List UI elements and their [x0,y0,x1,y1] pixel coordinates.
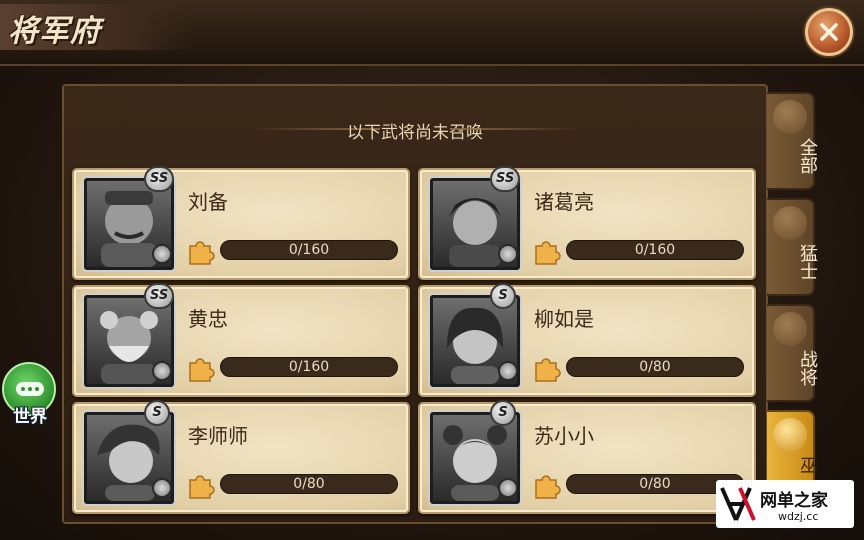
hero-name: 诸葛亮 [534,190,594,214]
tab-label: 巫 [797,456,818,474]
quality-icon [152,361,172,381]
hero-name: 柳如是 [534,307,594,331]
quality-icon [152,244,172,264]
shard-progress-bar: 0/160 [220,240,398,260]
rank-badge: SS [144,166,175,192]
rank-badge: S [490,283,516,309]
hero-name: 黄忠 [188,307,228,331]
hero-card[interactable]: SS 黄忠 0/160 [72,283,410,397]
quality-icon [498,478,518,498]
panel-subtitle: 以下武将尚未召唤 [347,123,483,143]
hero-name: 苏小小 [534,424,594,448]
progress-text: 0/160 [288,242,330,258]
site-watermark: 网单之家 wdzj.cc [716,480,854,528]
shard-progress-bar: 0/160 [220,357,398,377]
rank-badge: S [144,400,170,426]
rank-badge: SS [144,283,175,309]
tab-shaman[interactable]: 巫 [767,410,818,490]
chat-bubble-icon [16,382,44,396]
hero-name: 李师师 [188,424,248,448]
svg-text:网单之家: 网单之家 [760,490,828,511]
quality-icon [498,244,518,264]
quality-icon [152,478,172,498]
shard-progress-bar: 0/80 [220,474,398,494]
hero-name: 刘备 [188,190,228,214]
page-title: 将军府 [8,14,101,49]
hero-card[interactable]: S 李师师 0/80 [72,400,410,514]
close-button[interactable] [805,8,853,56]
hero-card[interactable]: SS 诸葛亮 0/160 [418,166,756,280]
panel-header: 以下武将尚未召唤 [62,108,768,148]
hero-card[interactable]: SS 刘备 0/160 [72,166,410,280]
progress-text: 0/80 [639,359,671,375]
sword-icon [773,312,807,346]
svg-text:wdzj.cc: wdzj.cc [778,510,818,522]
tab-all-icon [773,100,807,134]
shard-progress-bar: 0/80 [566,357,744,377]
header-divider-right [450,128,580,130]
puzzle-piece-icon [189,241,215,265]
shard-progress-bar: 0/160 [566,240,744,260]
hero-card[interactable]: S 柳如是 0/80 [418,283,756,397]
spiral-icon [773,418,807,452]
shield-icon [773,206,807,240]
puzzle-piece-icon [535,241,561,265]
watermark-logo: 网单之家 wdzj.cc [720,487,828,522]
rank-badge: S [490,400,516,426]
tab-general[interactable]: 战将 [767,304,818,402]
puzzle-piece-icon [535,475,561,499]
hero-card[interactable]: S 苏小小 0/80 [418,400,756,514]
tab-all[interactable]: 全部 [767,92,818,190]
tab-label: 战将 [797,350,818,386]
puzzle-piece-icon [189,475,215,499]
progress-text: 0/160 [634,242,676,258]
puzzle-piece-icon [189,358,215,382]
rank-badge: SS [490,166,521,192]
close-icon [820,23,838,41]
tab-label: 猛士 [797,244,818,280]
top-bar: 将军府 [0,0,864,66]
world-chat-label: 世界 [13,407,47,427]
progress-text: 0/160 [288,359,330,375]
progress-text: 0/80 [293,476,325,492]
tab-label: 全部 [797,138,818,174]
quality-icon [498,361,518,381]
tab-warrior[interactable]: 猛士 [767,198,818,296]
puzzle-piece-icon [535,358,561,382]
